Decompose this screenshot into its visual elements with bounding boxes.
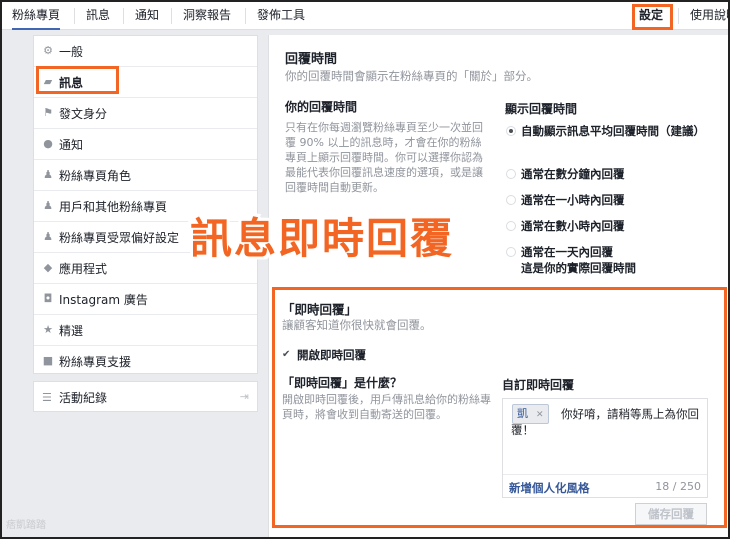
instant-reply-editor[interactable]: 你好唷，請稍等馬上為你回覆！ 凱 ✕ 新增個人化風格 18 / 250 (502, 398, 708, 498)
your-response-time-title: 你的回覆時間 (285, 100, 358, 114)
people-icon: ♟ (43, 199, 53, 212)
response-time-subtitle: 你的回覆時間會顯示在粉絲專頁的「關於」部分。 (285, 69, 538, 83)
sidebar-item-label: 粉絲專頁支援 (59, 355, 132, 369)
tab-page[interactable]: 粉絲專頁 (12, 2, 61, 30)
radio-unselected[interactable] (506, 247, 516, 257)
sidebar-item-post-attribution[interactable]: ⚑ 發文身分 (34, 98, 257, 129)
list-icon: ☰ (42, 391, 52, 404)
facebook-icon: ■ (42, 354, 54, 367)
radio-option-day[interactable]: 通常在一天內回覆 這是你的實際回覆時間 (506, 245, 706, 277)
instant-reply-subtitle: 讓顧客知道你很快就會回覆。 (282, 318, 432, 332)
tab-divider (678, 8, 679, 24)
tab-divider (123, 8, 124, 24)
radio-option-hour[interactable]: 通常在一小時內回覆 (506, 193, 706, 209)
radio-option-minutes[interactable]: 通常在數分鐘內回覆 (506, 167, 706, 183)
cube-icon: ◆ (43, 261, 53, 274)
sidebar-item-page-roles[interactable]: ♟ 粉絲專頁角色 (34, 160, 257, 191)
sidebar-item-activity-log[interactable]: ☰ 活動紀錄 ⇥ (33, 381, 258, 412)
flag-icon: ⚑ (43, 106, 53, 119)
remove-token-icon[interactable]: ✕ (536, 410, 544, 420)
tab-divider (245, 8, 246, 24)
radio-option-auto[interactable]: 自動顯示訊息平均回覆時間（建議） (506, 124, 706, 156)
display-response-time-title: 顯示回覆時間 (505, 102, 578, 116)
your-response-time-desc: 只有在你每週瀏覽粉絲專頁至少一次並回覆 90% 以上的訊息時，才會在你的粉絲專頁… (285, 121, 483, 194)
name-token[interactable]: 凱 ✕ (512, 404, 549, 424)
globe-icon: ● (43, 137, 53, 150)
settings-highlight-box (632, 4, 673, 30)
camera-icon: ◘ (43, 292, 53, 305)
watermark: 痞凱踏踏 (6, 520, 46, 531)
tab-publishing-tools[interactable]: 發佈工具 (257, 2, 305, 30)
tab-messages[interactable]: 訊息 (86, 2, 110, 30)
audience-icon: ♟ (43, 230, 53, 243)
sidebar-item-label: 應用程式 (59, 262, 108, 276)
sidebar-item-label: 精選 (59, 324, 84, 338)
save-reply-button[interactable]: 儲存回覆 (635, 503, 707, 525)
gear-icon: ⚙ (43, 44, 53, 57)
sidebar-item-label: Instagram 廣告 (59, 293, 148, 307)
tab-divider (74, 8, 75, 24)
character-count: 18 / 250 (655, 480, 701, 493)
option-note: 這是你的實際回覆時間 (521, 261, 636, 275)
sidebar-item-label: 發文身分 (59, 107, 108, 121)
sidebar-item-page-support[interactable]: ■ 粉絲專頁支援 (34, 346, 257, 377)
sidebar-item-general[interactable]: ⚙ 一般 (34, 36, 257, 67)
radio-unselected[interactable] (506, 195, 516, 205)
top-navigation: 粉絲專頁 訊息 通知 洞察報告 發佈工具 設定 使用說明 (2, 2, 728, 30)
what-is-instant-reply-desc: 開啟即時回覆後，用戶傳訊息給你的粉絲專頁時，將會收到自動寄送的回覆。 (282, 393, 491, 421)
sidebar-item-label: 一般 (59, 45, 84, 59)
radio-selected[interactable] (506, 126, 516, 136)
check-icon[interactable]: ✔ (282, 349, 293, 360)
person-icon: ♟ (43, 168, 53, 181)
response-time-title: 回覆時間 (285, 52, 338, 67)
messages-highlight-box (36, 66, 119, 94)
what-is-instant-reply-title: 「即時回覆」是什麼？ (282, 376, 403, 390)
sidebar-item-label: 活動紀錄 (59, 391, 108, 405)
sidebar-item-label: 粉絲專頁角色 (59, 169, 132, 183)
instant-reply-footer: 新增個人化風格 18 / 250 (503, 474, 707, 498)
radio-unselected[interactable] (506, 169, 516, 179)
custom-instant-reply-title: 自訂即時回覆 (502, 378, 575, 392)
sidebar-item-label: 用戶和其他粉絲專頁 (59, 200, 168, 214)
sidebar-item-notifications[interactable]: ● 通知 (34, 129, 257, 160)
tab-insights[interactable]: 洞察報告 (183, 2, 231, 30)
sidebar-item-label: 粉絲專頁受眾偏好設定 (59, 231, 180, 245)
tab-help[interactable]: 使用說明 (690, 2, 728, 30)
open-arrow-icon: ⇥ (239, 390, 249, 403)
sidebar-item-instagram-ads[interactable]: ◘ Instagram 廣告 (34, 284, 257, 315)
tab-divider (171, 8, 172, 24)
instant-reply-title: 「即時回覆」 (282, 302, 358, 317)
sidebar-item-featured[interactable]: ★ 精選 (34, 315, 257, 346)
star-icon: ★ (43, 323, 53, 336)
sidebar-item-label: 通知 (59, 138, 84, 152)
radio-option-hours[interactable]: 通常在數小時內回覆 (506, 219, 706, 235)
enable-instant-reply-label[interactable]: 開啟即時回覆 (297, 347, 366, 363)
add-personalization-link[interactable]: 新增個人化風格 (509, 480, 590, 496)
radio-unselected[interactable] (506, 221, 516, 231)
overlay-caption: 訊息即時回覆 (190, 214, 455, 263)
tab-notifications[interactable]: 通知 (135, 2, 159, 30)
